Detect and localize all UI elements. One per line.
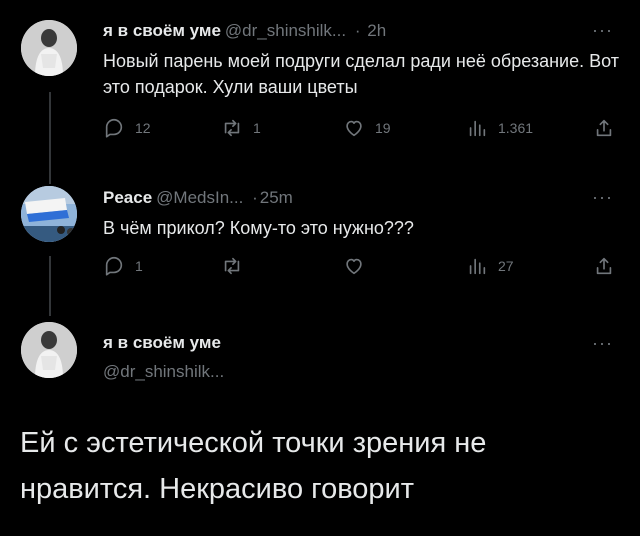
separator: · <box>252 188 258 207</box>
separator: · <box>354 21 361 40</box>
views-count: 1.361 <box>498 120 534 136</box>
reply-icon <box>105 118 123 138</box>
timestamp[interactable]: 2h <box>367 21 386 40</box>
views-button[interactable]: 1.361 <box>466 117 533 139</box>
share-icon <box>596 257 612 275</box>
retweet-button[interactable] <box>221 255 243 277</box>
main-display-name[interactable]: я в своём уме <box>103 333 221 353</box>
avatar-photo <box>21 322 77 378</box>
reply-count: 1 <box>135 258 143 274</box>
tweet-header: Peace @MedsIn... · 25m <box>103 188 293 208</box>
tweet-header: я в своём уме @dr_shinshilk... · 2h <box>103 21 386 41</box>
share-button[interactable] <box>593 117 615 139</box>
heart-icon <box>346 258 362 275</box>
retweet-icon <box>224 119 240 137</box>
tweet-text: В чём прикол? Кому-то это нужно??? <box>103 218 414 238</box>
display-name[interactable]: я в своём уме <box>103 21 221 40</box>
avatar-photo <box>21 20 77 76</box>
display-name[interactable]: я в своём уме <box>103 333 221 352</box>
views-icon <box>469 258 486 275</box>
tweet-text: Новый парень моей подруги сделал ради не… <box>103 51 619 97</box>
main-tweet-text: Ей с эстетической точки зрения не нравит… <box>20 427 487 505</box>
retweet-button[interactable]: 1 <box>221 117 261 139</box>
thread-line <box>49 256 51 316</box>
avatar[interactable] <box>21 186 77 242</box>
retweet-count: 1 <box>253 120 261 136</box>
views-count: 27 <box>498 258 514 274</box>
handle[interactable]: @dr_shinshilk... <box>103 362 224 381</box>
timestamp[interactable]: 25m <box>260 188 293 207</box>
handle[interactable]: @MedsIn... <box>156 188 243 207</box>
thread-line <box>49 92 51 184</box>
reply-button[interactable]: 1 <box>103 255 143 277</box>
display-name[interactable]: Peace <box>103 188 152 207</box>
views-button[interactable]: 27 <box>466 255 514 277</box>
like-button[interactable] <box>343 255 365 277</box>
tweet-actions: 12 1 19 1.361 <box>103 117 623 141</box>
more-icon[interactable]: ··· <box>592 333 613 354</box>
handle[interactable]: @dr_shinshilk... <box>225 21 346 40</box>
more-icon[interactable]: ··· <box>592 20 613 41</box>
like-button[interactable]: 19 <box>343 117 391 139</box>
avatar-photo <box>21 186 77 242</box>
like-count: 19 <box>375 120 391 136</box>
share-icon <box>596 119 612 137</box>
avatar[interactable] <box>21 20 77 76</box>
retweet-icon <box>224 257 240 275</box>
tweet-actions: 1 27 <box>103 255 623 279</box>
more-icon[interactable]: ··· <box>592 187 613 208</box>
reply-count: 12 <box>135 120 151 136</box>
share-button[interactable] <box>593 255 615 277</box>
avatar[interactable] <box>21 322 77 378</box>
main-handle[interactable]: @dr_shinshilk... <box>99 362 224 382</box>
reply-button[interactable]: 12 <box>103 117 151 139</box>
reply-icon <box>105 256 123 276</box>
views-icon <box>469 120 486 137</box>
heart-icon <box>346 120 362 137</box>
